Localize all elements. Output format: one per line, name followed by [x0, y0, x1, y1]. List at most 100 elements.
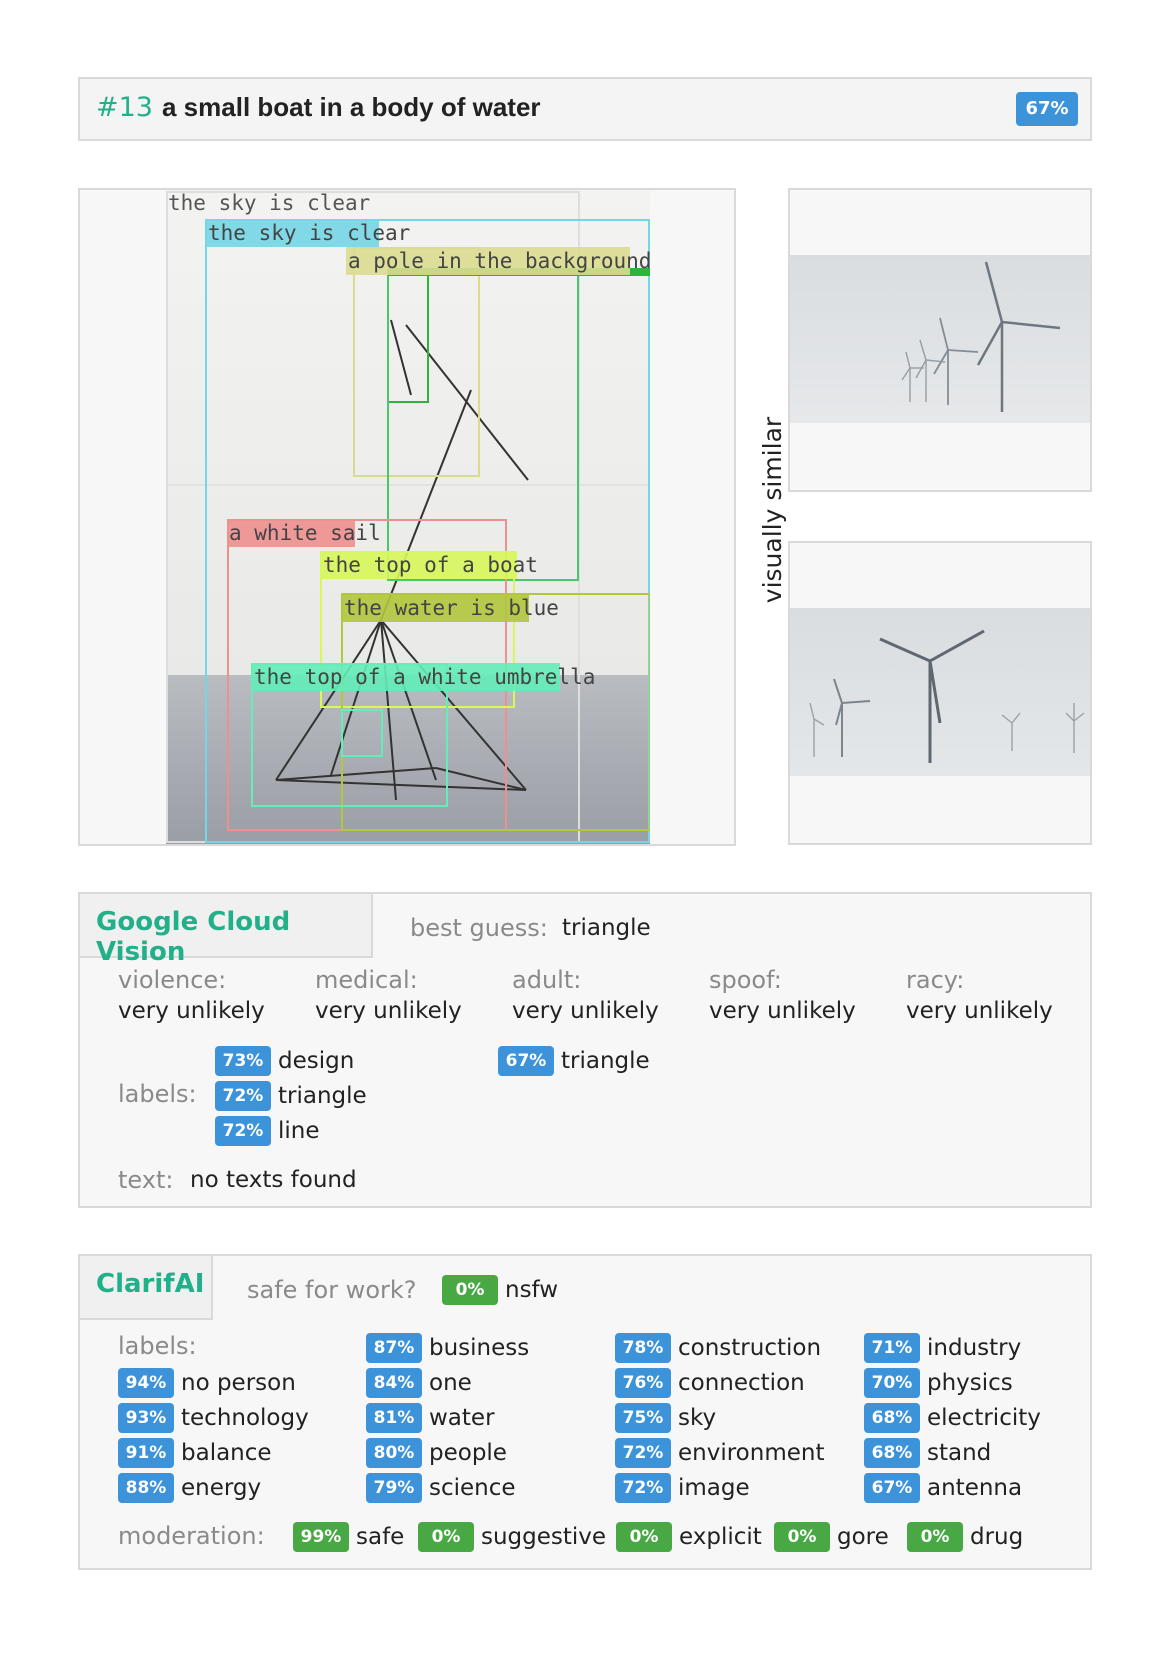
label-name: triangle	[561, 1048, 650, 1074]
clarifai-label-row: 94% no person	[118, 1368, 296, 1398]
result-header: #13 a small boat in a body of water 67%	[78, 77, 1092, 141]
score-badge: 75%	[615, 1403, 671, 1433]
score-badge: 91%	[118, 1438, 174, 1468]
moderation-row: 0% explicit	[616, 1522, 762, 1552]
result-number: #13	[96, 92, 153, 123]
moderation-row: 0% gore	[774, 1522, 889, 1552]
label-name: business	[429, 1335, 530, 1361]
clarifai-label-row: 80% people	[366, 1438, 507, 1468]
score-badge: 68%	[864, 1438, 920, 1468]
score-badge: 67%	[498, 1046, 554, 1076]
label-name: one	[429, 1370, 472, 1396]
moderation-name: gore	[837, 1524, 889, 1550]
score-badge: 72%	[215, 1081, 271, 1111]
score-badge: 78%	[615, 1333, 671, 1363]
clarifai-label-row: 87% business	[366, 1333, 529, 1363]
clarifai-title: ClarifAI	[96, 1269, 205, 1299]
score-badge: 72%	[615, 1438, 671, 1468]
label-name: technology	[181, 1405, 309, 1431]
score-badge: 68%	[864, 1403, 920, 1433]
moderation-name: safe	[356, 1524, 405, 1550]
moderation-name: explicit	[679, 1524, 762, 1550]
gcv-label-row: 73% design	[215, 1046, 354, 1076]
wind-turbine-image	[790, 255, 1090, 423]
clarifai-label-row: 72% environment	[615, 1438, 824, 1468]
score-badge: 0%	[907, 1522, 963, 1552]
text-value: no texts found	[190, 1167, 357, 1193]
moderation-name: drug	[970, 1524, 1024, 1550]
visually-similar-label: visually similar	[758, 416, 787, 604]
text-label: text:	[118, 1166, 174, 1194]
google-cloud-vision-panel: Google Cloud Vision best guess: triangle…	[78, 892, 1092, 1208]
clarifai-label-row: 84% one	[366, 1368, 472, 1398]
score-badge: 81%	[366, 1403, 422, 1433]
annotated-image: the sky is clear the sky is clear a pole…	[166, 190, 650, 844]
nsfw-label: nsfw	[505, 1277, 559, 1303]
adult-value: very unlikely	[512, 998, 659, 1024]
score-badge: 67%	[864, 1473, 920, 1503]
score-badge: 0%	[418, 1522, 474, 1552]
label-name: stand	[927, 1440, 992, 1466]
clarifai-label-row: 91% balance	[118, 1438, 272, 1468]
gcv-web-entity-row: 67% triangle	[498, 1046, 650, 1076]
clarifai-labels-title: labels:	[118, 1332, 197, 1360]
moderation-row: 0% drug	[907, 1522, 1023, 1552]
label-name: no person	[181, 1370, 296, 1396]
clarifai-label-row: 81% water	[366, 1403, 495, 1433]
violence-value: very unlikely	[118, 998, 265, 1024]
moderation-name: suggestive	[481, 1524, 607, 1550]
medical-label: medical:	[315, 966, 418, 994]
moderation-label: moderation:	[118, 1522, 265, 1550]
similar-image-2[interactable]	[788, 541, 1092, 845]
score-badge: 87%	[366, 1333, 422, 1363]
clarifai-label-row: 79% science	[366, 1473, 516, 1503]
spoof-label: spoof:	[709, 966, 782, 994]
racy-label: racy:	[906, 966, 965, 994]
moderation-row: 0% suggestive	[418, 1522, 606, 1552]
label-name: energy	[181, 1475, 262, 1501]
clarifai-panel: ClarifAI safe for work? 0% nsfw labels: 9…	[78, 1254, 1092, 1570]
score-badge: 76%	[615, 1368, 671, 1398]
box-label: a pole in the background	[348, 249, 650, 273]
clarifai-label-row: 68% stand	[864, 1438, 991, 1468]
clarifai-label-row: 75% sky	[615, 1403, 716, 1433]
box-label: the top of a boat	[323, 553, 538, 577]
clarifai-label-row: 71% industry	[864, 1333, 1021, 1363]
label-name: industry	[927, 1335, 1022, 1361]
sfw-label: safe for work?	[247, 1276, 417, 1304]
best-guess-value: triangle	[562, 915, 651, 941]
score-badge: 0%	[616, 1522, 672, 1552]
score-badge: 72%	[615, 1473, 671, 1503]
wind-turbine-image	[790, 608, 1090, 776]
gcv-label-row: 72% line	[215, 1116, 320, 1146]
label-name: people	[429, 1440, 507, 1466]
box-label: the water is blue	[344, 596, 559, 620]
score-badge: 79%	[366, 1473, 422, 1503]
label-name: science	[429, 1475, 516, 1501]
moderation-row: 99% safe	[293, 1522, 404, 1552]
clarifai-label-row: 78% construction	[615, 1333, 821, 1363]
best-guess-label: best guess:	[410, 914, 548, 942]
clarifai-label-row: 70% physics	[864, 1368, 1013, 1398]
clarifai-label-row: 72% image	[615, 1473, 750, 1503]
label-name: connection	[678, 1370, 805, 1396]
annotated-image-frame: the sky is clear the sky is clear a pole…	[78, 188, 736, 846]
spoof-value: very unlikely	[709, 998, 856, 1024]
gcv-label-row: 72% triangle	[215, 1081, 367, 1111]
label-name: water	[429, 1405, 495, 1431]
label-name: sky	[678, 1405, 717, 1431]
score-badge: 80%	[366, 1438, 422, 1468]
score-badge: 93%	[118, 1403, 174, 1433]
medical-value: very unlikely	[315, 998, 462, 1024]
gcv-title: Google Cloud Vision	[96, 907, 291, 967]
label-name: antenna	[927, 1475, 1023, 1501]
clarifai-label-row: 88% energy	[118, 1473, 261, 1503]
similar-image-1[interactable]	[788, 188, 1092, 492]
score-badge: 94%	[118, 1368, 174, 1398]
score-badge: 84%	[366, 1368, 422, 1398]
box-label: the sky is clear	[168, 191, 370, 215]
label-name: triangle	[278, 1083, 367, 1109]
nsfw-score-badge: 0%	[442, 1275, 498, 1305]
box-label: the sky is clear	[208, 221, 410, 245]
label-name: electricity	[927, 1405, 1041, 1431]
